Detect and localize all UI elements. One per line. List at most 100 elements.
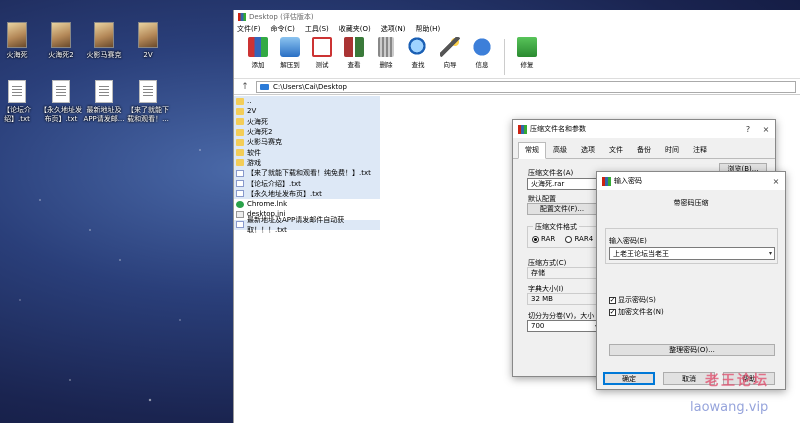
extract-icon: [280, 37, 300, 57]
find-button[interactable]: 查找: [402, 35, 434, 69]
add-button[interactable]: 添加: [242, 35, 274, 69]
desktop-icon-txt[interactable]: 【论坛介绍】.txt: [0, 80, 40, 124]
desktop-icon-label: 火海死: [6, 51, 28, 59]
method-select[interactable]: 存储: [527, 267, 601, 279]
path-text: C:\Users\Cai\Desktop: [273, 82, 347, 91]
tab-time[interactable]: 时间: [658, 142, 686, 158]
menu-file[interactable]: 文件(F): [237, 24, 261, 34]
dialog-title-bar: 输入密码 ×: [597, 172, 785, 190]
watermark-url: laowang.vip: [690, 400, 769, 415]
file-row[interactable]: 软件: [234, 147, 380, 158]
winrar-icon: [518, 124, 527, 134]
organize-passwords-button[interactable]: 整理密码(O)...: [609, 344, 775, 356]
text-file-icon: [8, 80, 26, 103]
find-icon: [408, 37, 428, 57]
menu-tools[interactable]: 工具(S): [305, 24, 329, 34]
dialog-title: 压缩文件名和参数: [530, 125, 586, 133]
wizard-icon: [440, 37, 460, 57]
archive-name-label: 压缩文件名(A): [528, 169, 574, 177]
text-file-icon: [236, 221, 244, 229]
repair-button[interactable]: 修复: [511, 35, 543, 69]
dialog-title-bar: 压缩文件名和参数 ? ×: [513, 120, 775, 138]
desktop-icon-image[interactable]: 火海死: [0, 22, 40, 60]
file-row[interactable]: 火影马赛克: [234, 137, 380, 148]
image-thumbnail-icon: [94, 22, 114, 48]
folder-icon: [236, 118, 244, 126]
chrome-icon: [236, 200, 244, 208]
dialog-heading: 带密码压缩: [673, 199, 709, 207]
wizard-button[interactable]: 向导: [434, 35, 466, 69]
desktop-icon-label: 【永久地址发布页】.txt: [40, 106, 82, 123]
tab-backup[interactable]: 备份: [630, 142, 658, 158]
desktop-icon-image[interactable]: 火海死2: [38, 22, 84, 60]
dialog-title: 输入密码: [614, 177, 642, 185]
menu-options[interactable]: 选项(N): [381, 24, 406, 34]
menu-help[interactable]: 帮助(H): [415, 24, 440, 34]
archive-name-input[interactable]: 火海死.rar: [527, 178, 601, 190]
tab-strip: 常规 高级 选项 文件 备份 时间 注释: [513, 142, 775, 159]
tab-options[interactable]: 选项: [574, 142, 602, 158]
format-rar4-radio[interactable]: RAR4: [565, 235, 593, 243]
chevron-down-icon: ▾: [768, 250, 772, 257]
help-icon[interactable]: ?: [739, 125, 757, 134]
test-icon: [312, 37, 332, 57]
file-row[interactable]: 火海死: [234, 116, 380, 127]
desktop-icon-txt[interactable]: 【永久地址发布页】.txt: [38, 80, 84, 124]
image-thumbnail-icon: [7, 22, 27, 48]
info-button[interactable]: 信息: [466, 35, 498, 69]
file-row[interactable]: 火海死2: [234, 126, 380, 138]
info-icon: [472, 37, 492, 57]
file-row[interactable]: 【永久地址发布页】.txt: [234, 188, 380, 199]
text-file-icon: [95, 80, 113, 103]
format-rar-radio[interactable]: RAR: [532, 235, 555, 243]
menu-commands[interactable]: 命令(C): [271, 24, 295, 34]
file-row[interactable]: 游戏: [234, 157, 380, 169]
file-row[interactable]: 【来了就能下载和观看！纯免费！】.txt: [234, 168, 380, 179]
tab-general[interactable]: 常规: [518, 142, 546, 159]
delete-button[interactable]: 删除: [370, 35, 402, 69]
path-field[interactable]: C:\Users\Cai\Desktop: [256, 80, 796, 93]
window-title: Desktop (评估版本): [249, 12, 314, 21]
title-bar: Desktop (评估版本): [234, 10, 800, 23]
file-row[interactable]: ..: [234, 96, 380, 107]
desktop-icon-image[interactable]: 2V: [125, 22, 171, 60]
toolbar-separator: [504, 39, 505, 75]
close-icon[interactable]: ×: [767, 177, 785, 186]
desktop-icon-label: 2V: [143, 51, 153, 59]
encrypt-filenames-checkbox[interactable]: ✓ 加密文件名(N): [609, 307, 664, 317]
dict-size-select[interactable]: 32 MB: [527, 293, 601, 305]
tab-comment[interactable]: 注释: [686, 142, 714, 158]
file-row[interactable]: 【论坛介绍】.txt: [234, 178, 380, 189]
view-icon: [344, 37, 364, 57]
password-input[interactable]: 上老王论坛当老王 ▾: [609, 247, 775, 260]
up-arrow-icon[interactable]: ↑: [234, 82, 256, 92]
text-file-icon: [52, 80, 70, 103]
close-icon[interactable]: ×: [757, 125, 775, 134]
test-button[interactable]: 测试: [306, 35, 338, 69]
text-file-icon: [236, 169, 244, 177]
view-button[interactable]: 查看: [338, 35, 370, 69]
show-password-checkbox[interactable]: ✓ 显示密码(S): [609, 295, 656, 305]
folder-icon: [236, 128, 244, 136]
desktop-icon-label: 【来了就能下载和观看！...: [127, 106, 169, 123]
file-row[interactable]: 2V: [234, 106, 380, 117]
folder-icon: [236, 97, 244, 105]
split-volume-input[interactable]: 700 ▾: [527, 320, 601, 332]
extract-button[interactable]: 解压到: [274, 35, 306, 69]
tab-advanced[interactable]: 高级: [546, 142, 574, 158]
password-dialog: 输入密码 × 带密码压缩 输入密码(E) 上老王论坛当老王 ▾ ✓ 显示密码(S)…: [596, 171, 786, 390]
file-row[interactable]: 最新地址及APP请发邮件自动获取！！！.txt: [234, 216, 380, 234]
desktop-icon-label: 火海死2: [48, 51, 74, 59]
profiles-button[interactable]: 配置文件(F)...: [527, 203, 597, 215]
tab-files[interactable]: 文件: [602, 142, 630, 158]
desktop-icon-txt[interactable]: 最新地址及APP请发邮...: [81, 80, 127, 124]
drive-icon: [260, 83, 269, 90]
menu-bar: 文件(F) 命令(C) 工具(S) 收藏夹(O) 选项(N) 帮助(H): [234, 23, 800, 35]
toolbar: 添加 解压到 测试 查看 删除 查找 向导 信息 修复: [234, 35, 800, 79]
ok-button[interactable]: 确定: [603, 372, 655, 385]
menu-favorites[interactable]: 收藏夹(O): [339, 24, 371, 34]
address-bar: ↑ C:\Users\Cai\Desktop: [234, 79, 800, 95]
desktop-icon-image[interactable]: 火影马赛克: [81, 22, 127, 60]
desktop-icon-txt[interactable]: 【来了就能下载和观看！...: [125, 80, 171, 124]
add-archive-icon: [248, 37, 268, 57]
